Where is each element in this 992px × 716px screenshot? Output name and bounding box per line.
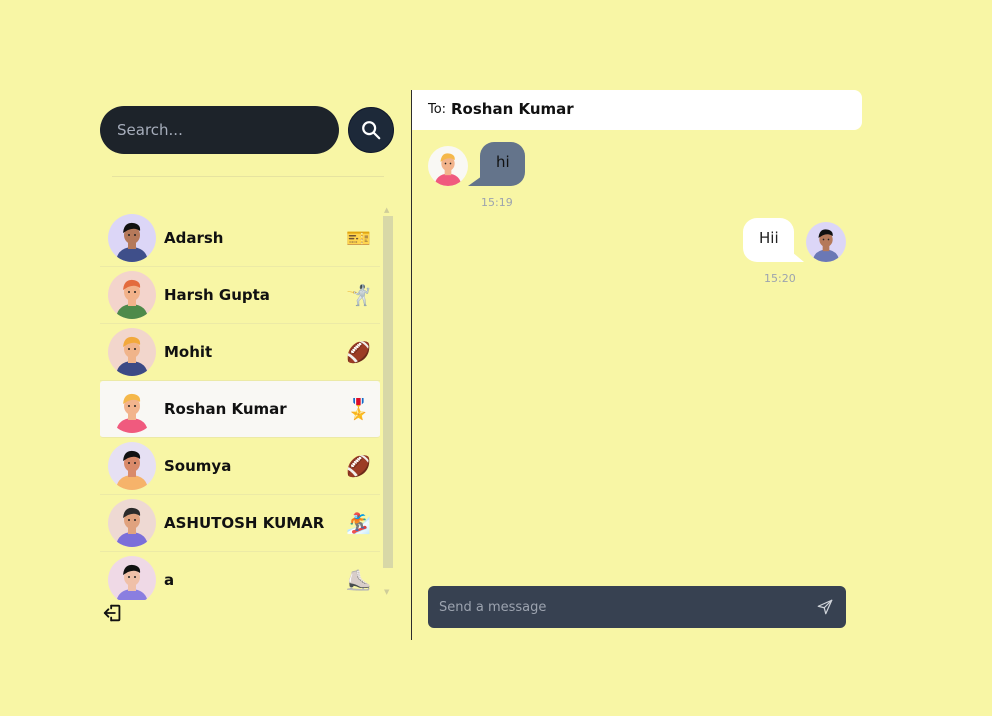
contact-item[interactable]: Soumya 🏈 [100,438,380,495]
send-button[interactable] [816,598,834,616]
contact-emoji: 🏈 [346,454,371,478]
contact-name: Mohit [164,343,213,361]
incoming-message-bubble: hi [480,142,525,186]
contact-emoji: 🏈 [346,340,371,364]
search-input[interactable] [100,106,339,154]
contact-name: Soumya [164,457,232,475]
contact-list[interactable]: Adarsh 🎫 Harsh Gupta 🤺 Mohit 🏈 Roshan Kumar 🎖️ S… [100,210,382,600]
contact-item[interactable]: Harsh Gupta 🤺 [100,267,380,324]
contact-item[interactable]: a ⛸️ [100,552,380,600]
contact-name: Roshan Kumar [164,400,287,418]
contact-emoji: 🎖️ [346,397,371,421]
outgoing-avatar [806,222,846,262]
contact-item[interactable]: ASHUTOSH KUMAR 🏂 [100,495,380,552]
contact-emoji: 🤺 [346,283,371,307]
sidebar: Adarsh 🎫 Harsh Gupta 🤺 Mohit 🏈 Roshan Kumar 🎖️ S… [100,106,396,636]
contact-emoji: ⛸️ [346,568,371,592]
panel-separator [411,90,412,640]
contact-name: Adarsh [164,229,224,247]
avatar [108,214,156,262]
search-button[interactable] [348,107,394,153]
contact-item[interactable]: Adarsh 🎫 [100,210,380,267]
scroll-down-arrow[interactable]: ▼ [384,588,389,596]
avatar [108,499,156,547]
contact-emoji: 🏂 [346,511,371,535]
recipient-name: Roshan Kumar [451,100,574,118]
avatar [108,385,156,433]
incoming-message-time: 15:19 [481,196,513,209]
chat-header: To: Roshan Kumar [412,90,862,130]
search-icon [362,121,381,140]
to-label: To: [428,102,447,117]
contact-item[interactable]: Mohit 🏈 [100,324,380,381]
scroll-thumb[interactable] [383,216,393,568]
avatar [108,328,156,376]
contact-item[interactable]: Roshan Kumar 🎖️ [100,381,380,438]
avatar [108,556,156,600]
outgoing-message-bubble: Hii [743,218,794,262]
scroll-up-arrow[interactable]: ▲ [384,206,389,214]
send-icon [817,599,833,615]
contact-emoji: 🎫 [346,226,371,250]
outgoing-message-time: 15:20 [764,272,796,285]
incoming-avatar [428,146,468,186]
contact-name: Harsh Gupta [164,286,270,304]
scrollbar[interactable]: ▲ ▼ [383,206,393,598]
logout-button[interactable] [102,602,124,624]
divider [112,176,384,177]
contact-name: ASHUTOSH KUMAR [164,514,325,532]
search-form [100,106,396,154]
avatar [108,271,156,319]
avatar [108,442,156,490]
message-form [428,586,846,628]
logout-icon [103,604,121,622]
message-input[interactable] [428,586,798,628]
contact-name: a [164,571,175,589]
